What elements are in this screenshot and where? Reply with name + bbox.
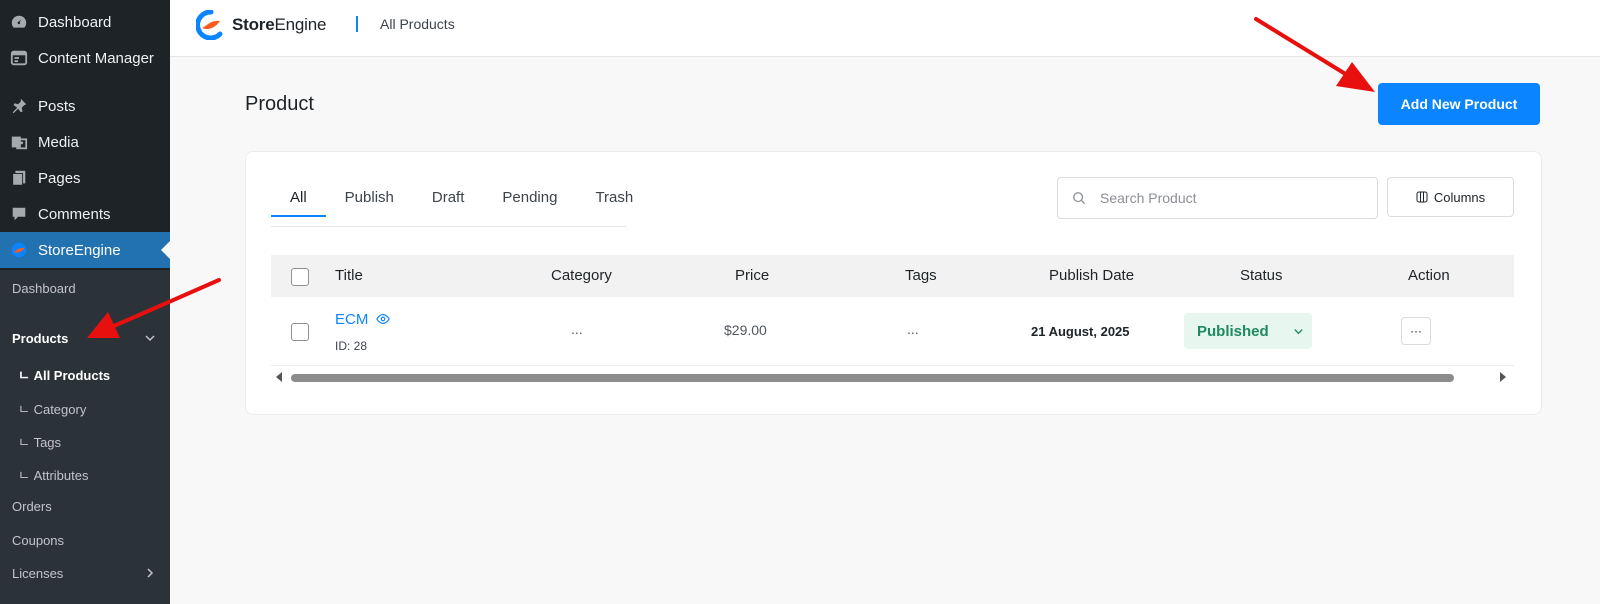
menu-label: Posts [38, 97, 76, 115]
columns-icon [1416, 191, 1428, 203]
storeengine-icon [8, 240, 30, 260]
select-all-checkbox[interactable] [291, 268, 309, 286]
add-new-product-button[interactable]: Add New Product [1378, 83, 1540, 125]
menu-label: Dashboard [38, 13, 112, 31]
menu-item-posts[interactable]: Posts [0, 88, 170, 124]
menu-label: Media [38, 133, 79, 151]
products-card: All Publish Draft Pending Trash Columns … [245, 151, 1542, 415]
product-price: $29.00 [724, 322, 767, 338]
menu-label: Pages [38, 169, 81, 187]
columns-label: Columns [1433, 189, 1486, 205]
row-checkbox[interactable] [291, 323, 309, 341]
search-box[interactable] [1057, 177, 1378, 219]
column-price[interactable]: Price [735, 267, 769, 284]
header-divider [356, 16, 358, 32]
table-header: Title Category Price Tags Publish Date S… [271, 255, 1514, 297]
menu-label: Comments [38, 205, 111, 223]
storeengine-submenu: Dashboard Products ㄴ All Products ㄴ Cate… [0, 270, 170, 604]
product-tags: ... [907, 321, 919, 337]
submenu-category[interactable]: ㄴ Category [18, 399, 86, 418]
more-icon: ··· [1410, 324, 1422, 338]
menu-label: StoreEngine [38, 241, 121, 259]
tab-trash[interactable]: Trash [576, 189, 652, 215]
tab-pending[interactable]: Pending [483, 189, 576, 215]
column-status[interactable]: Status [1240, 267, 1283, 284]
scroll-right-arrow-icon[interactable] [1500, 372, 1506, 382]
brand-name: Store [232, 15, 275, 34]
status-label: Published [1197, 322, 1269, 340]
chevron-down-icon[interactable] [144, 332, 156, 347]
product-title-link[interactable]: ECM [335, 311, 368, 328]
columns-button[interactable]: Columns [1387, 177, 1514, 217]
admin-sidebar: Dashboard Content Manager Posts Media Pa… [0, 0, 170, 604]
submenu-licenses[interactable]: Licenses [12, 566, 63, 581]
table-row: ECM ID: 28 ... $29.00 ... 21 August, 202… [271, 297, 1514, 366]
pin-icon [8, 96, 30, 116]
submenu-products[interactable]: Products [12, 331, 68, 346]
page-title: Product [245, 93, 314, 115]
pages-icon [8, 168, 30, 188]
menu-item-dashboard[interactable]: Dashboard [0, 4, 170, 40]
top-bar: StoreEngine All Products [170, 0, 1600, 57]
storeengine-logo-icon [196, 10, 223, 40]
menu-label: Content Manager [38, 49, 154, 67]
tab-publish[interactable]: Publish [326, 189, 413, 215]
breadcrumb: All Products [380, 16, 455, 32]
horizontal-scrollbar[interactable] [271, 370, 1514, 384]
product-category: ... [571, 321, 583, 337]
brand-name-suffix: Engine [274, 15, 327, 34]
column-title[interactable]: Title [335, 267, 363, 284]
scrollbar-thumb[interactable] [291, 374, 1454, 382]
eye-icon[interactable] [376, 312, 390, 326]
content-manager-icon [8, 48, 30, 68]
submenu-all-products[interactable]: ㄴ All Products [18, 365, 110, 384]
column-action: Action [1408, 267, 1450, 284]
column-category[interactable]: Category [551, 267, 612, 284]
menu-item-content-manager[interactable]: Content Manager [0, 40, 170, 76]
menu-item-comments[interactable]: Comments [0, 196, 170, 232]
submenu-coupons[interactable]: Coupons [12, 533, 64, 548]
submenu-orders[interactable]: Orders [12, 499, 52, 514]
chevron-right-icon[interactable] [144, 567, 156, 582]
product-publish-date: 21 August, 2025 [1031, 324, 1130, 339]
scroll-left-arrow-icon[interactable] [276, 372, 282, 382]
dashboard-icon [8, 12, 30, 32]
status-dropdown[interactable]: Published [1184, 313, 1312, 349]
storeengine-logo[interactable]: StoreEngine [196, 10, 326, 40]
search-icon [1072, 191, 1086, 205]
menu-item-media[interactable]: Media [0, 124, 170, 160]
submenu-dashboard[interactable]: Dashboard [12, 281, 76, 296]
menu-item-storeengine[interactable]: StoreEngine [0, 232, 170, 268]
row-actions-button[interactable]: ··· [1401, 317, 1431, 345]
tabs-divider [271, 226, 626, 227]
search-input[interactable] [1098, 189, 1352, 207]
column-publish-date[interactable]: Publish Date [1049, 267, 1134, 284]
tab-all[interactable]: All [271, 189, 326, 217]
menu-item-pages[interactable]: Pages [0, 160, 170, 196]
submenu-attributes[interactable]: ㄴ Attributes [18, 465, 89, 484]
comment-icon [8, 204, 30, 224]
product-id: ID: 28 [335, 339, 368, 353]
status-tabs: All Publish Draft Pending Trash [271, 189, 652, 217]
media-icon [8, 132, 30, 152]
tab-draft[interactable]: Draft [413, 189, 484, 215]
submenu-tags[interactable]: ㄴ Tags [18, 432, 61, 451]
column-tags[interactable]: Tags [905, 267, 937, 284]
chevron-down-icon [1293, 326, 1304, 337]
